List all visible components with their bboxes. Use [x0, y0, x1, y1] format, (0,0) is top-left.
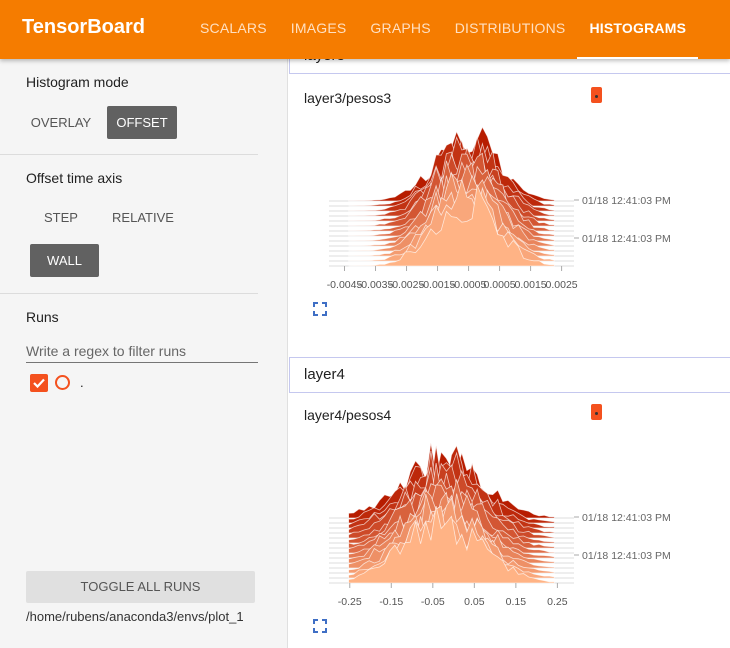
tab-histograms[interactable]: HISTOGRAMS: [577, 0, 698, 59]
divider: [0, 293, 258, 294]
time-axis-label: 01/18 12:41:03 PM: [582, 195, 671, 207]
offset-time-axis-title: Offset time axis: [26, 170, 123, 186]
category-header-layer4[interactable]: layer4: [289, 357, 730, 393]
main-content: layer3 layer3/pesos3 -0.0045-0.0035-0.00…: [289, 59, 730, 648]
runs-title: Runs: [26, 309, 59, 325]
toggle-all-runs-button[interactable]: TOGGLE ALL RUNS: [26, 571, 255, 603]
x-tick-label: -0.25: [338, 596, 362, 608]
tab-distributions[interactable]: DISTRIBUTIONS: [443, 0, 578, 59]
time-axis-label: 01/18 12:41:03 PM: [582, 550, 671, 562]
time-axis-label: 01/18 12:41:03 PM: [582, 233, 671, 245]
run-color-chip[interactable]: [591, 87, 602, 103]
run-checkbox[interactable]: [30, 374, 48, 392]
expand-icon[interactable]: [313, 619, 327, 633]
dashboard-tabs: SCALARS IMAGES GRAPHS DISTRIBUTIONS HIST…: [188, 0, 698, 59]
x-tick-label: 0.05: [464, 596, 485, 608]
step-axis-button[interactable]: STEP: [30, 201, 92, 234]
histogram-card-title: layer3/pesos3: [304, 90, 392, 106]
x-tick-label: 0.0005: [484, 279, 516, 291]
x-tick-label: -0.15: [379, 596, 403, 608]
tab-images[interactable]: IMAGES: [279, 0, 359, 59]
tab-scalars[interactable]: SCALARS: [188, 0, 279, 59]
category-header-layer3[interactable]: layer3: [289, 59, 730, 74]
run-filter-input[interactable]: [26, 339, 258, 363]
histogram-mode-title: Histogram mode: [26, 74, 129, 90]
check-icon: [33, 378, 45, 389]
histogram-chart-layer3[interactable]: -0.0045-0.0035-0.0025-0.0015-0.00050.000…: [319, 114, 719, 294]
run-color-chip[interactable]: [591, 404, 602, 420]
x-tick-label: 0.0015: [515, 279, 547, 291]
run-radio[interactable]: [55, 375, 70, 390]
top-app-bar: TensorBoard SCALARS IMAGES GRAPHS DISTRI…: [0, 0, 730, 59]
expand-icon[interactable]: [313, 302, 327, 316]
app-brand[interactable]: TensorBoard: [22, 16, 145, 39]
wall-axis-button[interactable]: WALL: [30, 244, 99, 277]
sidebar: Histogram mode OVERLAY OFFSET Offset tim…: [0, 59, 288, 648]
x-tick-label: -0.05: [421, 596, 445, 608]
x-tick-label: 0.25: [547, 596, 568, 608]
relative-axis-button[interactable]: RELATIVE: [104, 201, 182, 234]
overlay-mode-button[interactable]: OVERLAY: [26, 106, 96, 139]
histogram-card-title: layer4/pesos4: [304, 407, 392, 423]
histogram-chart-layer4[interactable]: -0.25 -0.15 -0.05 0.05 0.15 0.25 01/18 12:41:0…: [319, 431, 719, 611]
divider: [0, 154, 258, 155]
time-axis-label: 01/18 12:41:03 PM: [582, 512, 671, 524]
x-tick-label: 0.0025: [546, 279, 578, 291]
run-label: .: [80, 375, 84, 390]
x-tick-label: -0.0005: [451, 279, 487, 291]
x-tick-label: 0.15: [506, 596, 527, 608]
logdir-path: /home/rubens/anaconda3/envs/plot_1: [26, 609, 244, 624]
offset-mode-button[interactable]: OFFSET: [107, 106, 177, 139]
tab-graphs[interactable]: GRAPHS: [358, 0, 442, 59]
